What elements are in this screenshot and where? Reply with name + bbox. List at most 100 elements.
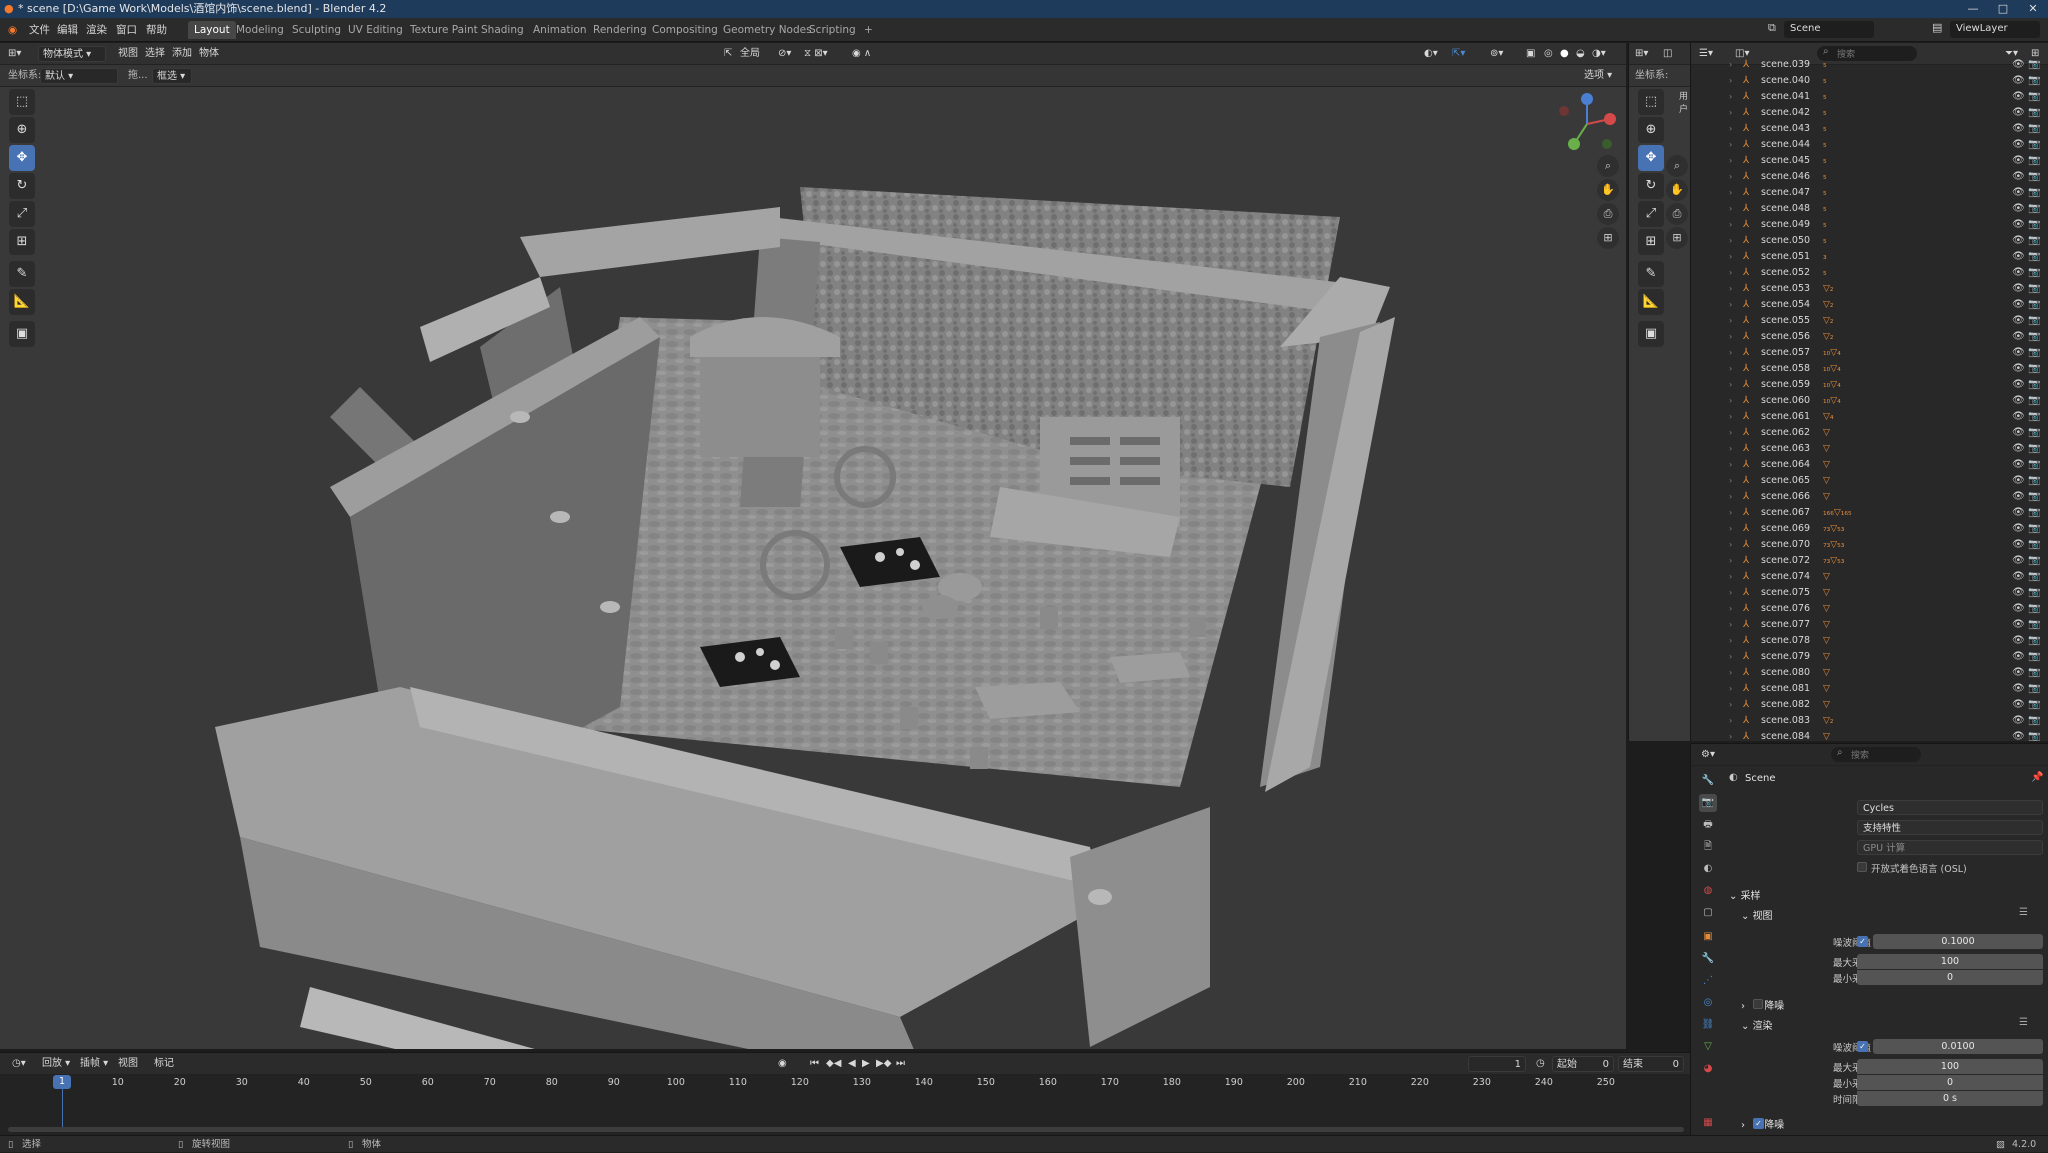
menu-file[interactable]: 文件 <box>29 22 50 38</box>
expand-arrow-icon[interactable]: › <box>1729 521 1732 537</box>
outliner-row[interactable]: › ⅄ scene.083 ▽₂ 👁 📷 <box>1691 713 2048 729</box>
outliner-row[interactable]: › ⅄ scene.082 ▽ 👁 📷 <box>1691 697 2048 713</box>
proportional-icon[interactable]: ◉ ∧ <box>848 46 875 62</box>
minimize-button[interactable]: — <box>1958 0 1988 18</box>
render-camera-icon[interactable]: 📷 <box>2028 489 2040 505</box>
cursor-tool-icon[interactable]: ⊕ <box>9 117 35 143</box>
add-workspace-button[interactable]: + <box>858 21 879 39</box>
zoom-icon[interactable]: ⌕ <box>1597 155 1619 177</box>
render-camera-icon[interactable]: 📷 <box>2028 569 2040 585</box>
visibility-eye-icon[interactable]: 👁 <box>2012 457 2025 473</box>
select-tool-icon[interactable]: ⬚ <box>1638 89 1664 115</box>
outliner-row[interactable]: › ⅄ scene.039 ₅ 👁 📷 <box>1691 57 2048 73</box>
render-camera-icon[interactable]: 📷 <box>2028 361 2040 377</box>
render-camera-icon[interactable]: 📷 <box>2028 345 2040 361</box>
expand-arrow-icon[interactable]: › <box>1729 121 1732 137</box>
render-camera-icon[interactable]: 📷 <box>2028 249 2040 265</box>
visibility-eye-icon[interactable]: 👁 <box>2012 537 2025 553</box>
tool-tab-icon[interactable]: 🔧 <box>1699 772 1717 790</box>
outliner-row[interactable]: › ⅄ scene.079 ▽ 👁 📷 <box>1691 649 2048 665</box>
orientation-dropdown[interactable]: 默认 ▾ <box>40 68 118 84</box>
outliner-row[interactable]: › ⅄ scene.040 ₅ 👁 📷 <box>1691 73 2048 89</box>
outliner-row[interactable]: › ⅄ scene.044 ₅ 👁 📷 <box>1691 137 2048 153</box>
outliner-row[interactable]: › ⅄ scene.048 ₅ 👁 📷 <box>1691 201 2048 217</box>
expand-arrow-icon[interactable]: › <box>1729 409 1732 425</box>
expand-arrow-icon[interactable]: › <box>1729 681 1732 697</box>
render-camera-icon[interactable]: 📷 <box>2028 185 2040 201</box>
visibility-eye-icon[interactable]: 👁 <box>2012 329 2025 345</box>
menu-view[interactable]: 视图 <box>114 46 142 62</box>
render-camera-icon[interactable]: 📷 <box>2028 425 2040 441</box>
outliner-row[interactable]: › ⅄ scene.074 ▽ 👁 📷 <box>1691 569 2048 585</box>
world-tab-icon[interactable]: ◍ <box>1699 882 1717 900</box>
visibility-eye-icon[interactable]: 👁 <box>2012 265 2025 281</box>
outliner-row[interactable]: › ⅄ scene.046 ₅ 👁 📷 <box>1691 169 2048 185</box>
tab-shading[interactable]: Shading <box>475 21 530 39</box>
outliner-row[interactable]: › ⅄ scene.052 ₅ 👁 📷 <box>1691 265 2048 281</box>
outliner-row[interactable]: › ⅄ scene.055 ▽₂ 👁 📷 <box>1691 313 2048 329</box>
render-camera-icon[interactable]: 📷 <box>2028 409 2040 425</box>
outliner-row[interactable]: › ⅄ scene.057 ₁₀▽₄ 👁 📷 <box>1691 345 2048 361</box>
frame-ruler[interactable]: 1102030405060708090100110120130140150160… <box>0 1053 1690 1113</box>
outliner-row[interactable]: › ⅄ scene.077 ▽ 👁 📷 <box>1691 617 2048 633</box>
render-camera-icon[interactable]: 📷 <box>2028 233 2040 249</box>
outliner-row[interactable]: › ⅄ scene.066 ▽ 👁 📷 <box>1691 489 2048 505</box>
expand-arrow-icon[interactable]: › <box>1729 649 1732 665</box>
render-camera-icon[interactable]: 📷 <box>2028 313 2040 329</box>
visibility-eye-icon[interactable]: 👁 <box>2012 585 2025 601</box>
visibility-eye-icon[interactable]: 👁 <box>2012 601 2025 617</box>
expand-arrow-icon[interactable]: › <box>1729 153 1732 169</box>
expand-arrow-icon[interactable]: › <box>1729 281 1732 297</box>
render-subsection[interactable]: ⌄ 渲染 <box>1741 1017 1773 1032</box>
visibility-eye-icon[interactable]: 👁 <box>2012 697 2025 713</box>
viewport-denoise-checkbox[interactable] <box>1753 999 1763 1009</box>
viewport-min-field[interactable]: 0 <box>1857 970 2043 985</box>
outliner-row[interactable]: › ⅄ scene.047 ₅ 👁 📷 <box>1691 185 2048 201</box>
ortho-toggle-icon[interactable]: ⊞ <box>1597 227 1619 249</box>
feature-set-dropdown[interactable]: 支持特性 <box>1857 820 2043 835</box>
render-camera-icon[interactable]: 📷 <box>2028 137 2040 153</box>
outliner-row[interactable]: › ⅄ scene.059 ₁₀▽₄ 👁 📷 <box>1691 377 2048 393</box>
preset-list-icon[interactable]: ☰ <box>2019 907 2028 918</box>
pan-icon[interactable]: ✋ <box>1597 179 1619 201</box>
viewport-max-field[interactable]: 100 <box>1857 954 2043 969</box>
render-camera-icon[interactable]: 📷 <box>2028 281 2040 297</box>
render-camera-icon[interactable]: 📷 <box>2028 57 2040 73</box>
tab-scripting[interactable]: Scripting <box>803 21 862 39</box>
render-camera-icon[interactable]: 📷 <box>2028 73 2040 89</box>
visibility-eye-icon[interactable]: 👁 <box>2012 393 2025 409</box>
visibility-eye-icon[interactable]: 👁 <box>2012 73 2025 89</box>
menu-edit[interactable]: 编辑 <box>57 22 78 38</box>
render-camera-icon[interactable]: 📷 <box>2028 697 2040 713</box>
render-camera-icon[interactable]: 📷 <box>2028 329 2040 345</box>
visibility-eye-icon[interactable]: 👁 <box>2012 57 2025 73</box>
render-camera-icon[interactable]: 📷 <box>2028 473 2040 489</box>
expand-arrow-icon[interactable]: › <box>1729 313 1732 329</box>
transform-orientation-icon[interactable]: ⇱ <box>720 46 736 62</box>
move-tool-icon[interactable]: ✥ <box>9 145 35 171</box>
visibility-eye-icon[interactable]: 👁 <box>2012 217 2025 233</box>
expand-arrow-icon[interactable]: › <box>1729 601 1732 617</box>
expand-arrow-icon[interactable]: › <box>1729 265 1732 281</box>
render-camera-icon[interactable]: 📷 <box>2028 665 2040 681</box>
visibility-icon[interactable]: ◐▾ <box>1420 46 1442 62</box>
menu-object[interactable]: 物体 <box>195 46 223 62</box>
view-layer-tab-icon[interactable]: 🗎 <box>1699 838 1717 856</box>
preset-list-icon[interactable]: ☰ <box>2019 1017 2028 1028</box>
osl-checkbox[interactable] <box>1857 862 1867 872</box>
expand-arrow-icon[interactable]: › <box>1729 729 1732 741</box>
expand-arrow-icon[interactable]: › <box>1729 489 1732 505</box>
timeline-editor[interactable]: ◷▾ 回放 ▾ 插帧 ▾ 视图 标记 ◉ ⏮ ◆◀ ◀ ▶ ▶◆ ⏭ 1 ◷ 起… <box>0 1052 1690 1135</box>
select-mode-dropdown[interactable]: 框选 ▾ <box>152 68 192 84</box>
outliner-row[interactable]: › ⅄ scene.062 ▽ 👁 📷 <box>1691 425 2048 441</box>
outliner-row[interactable]: › ⅄ scene.065 ▽ 👁 📷 <box>1691 473 2048 489</box>
playhead[interactable]: 1 <box>53 1075 71 1089</box>
menu-help[interactable]: 帮助 <box>146 22 167 38</box>
visibility-eye-icon[interactable]: 👁 <box>2012 233 2025 249</box>
expand-arrow-icon[interactable]: › <box>1729 89 1732 105</box>
outliner-row[interactable]: › ⅄ scene.056 ▽₂ 👁 📷 <box>1691 329 2048 345</box>
render-camera-icon[interactable]: 📷 <box>2028 729 2040 741</box>
render-camera-icon[interactable]: 📷 <box>2028 297 2040 313</box>
pivot-global[interactable]: 全局 <box>736 46 764 62</box>
pan-icon[interactable]: ✋ <box>1666 179 1688 201</box>
